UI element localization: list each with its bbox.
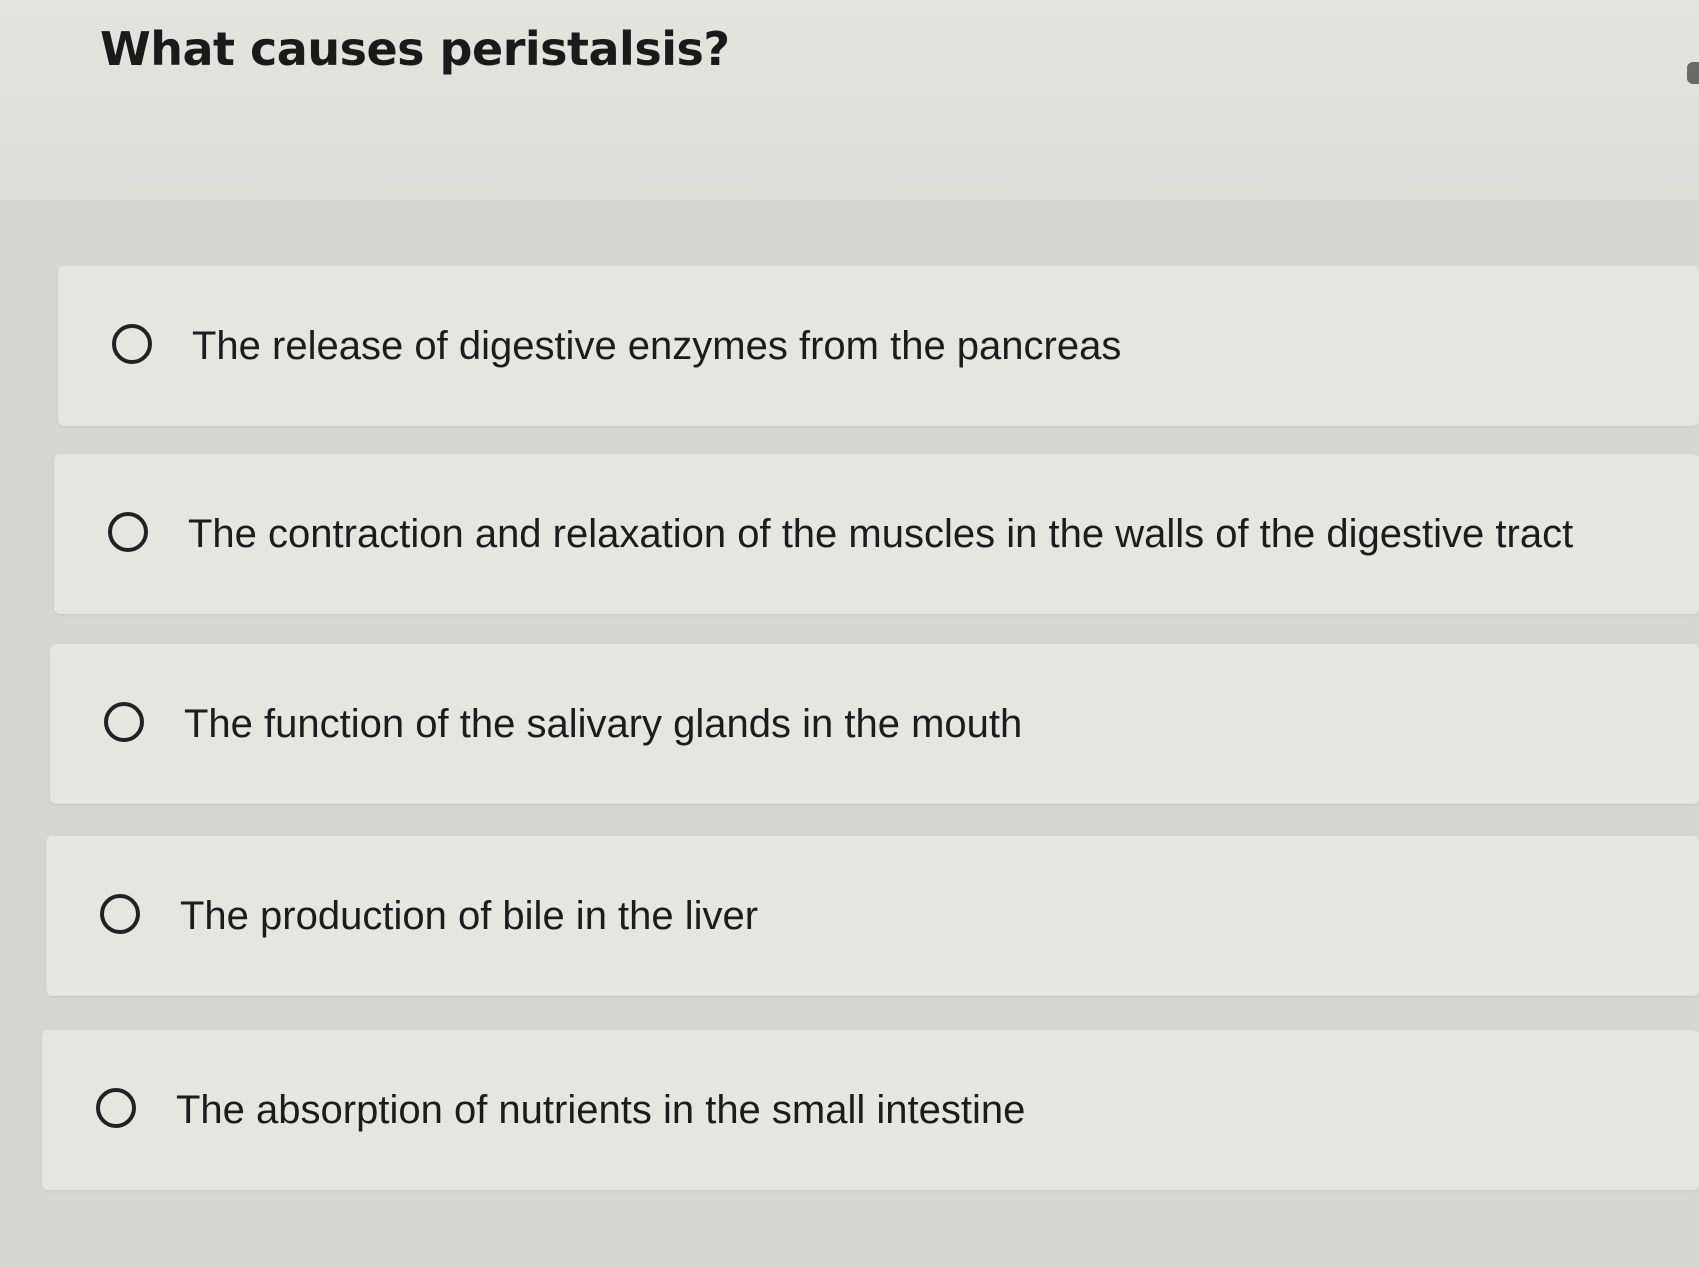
answer-option-label: The absorption of nutrients in the small… bbox=[176, 1088, 1026, 1132]
answer-option-1[interactable]: The release of digestive enzymes from th… bbox=[58, 266, 1699, 426]
radio-button-icon[interactable] bbox=[112, 324, 152, 364]
answer-option-label: The function of the salivary glands in t… bbox=[184, 702, 1023, 746]
radio-button-icon[interactable] bbox=[100, 894, 140, 934]
radio-button-icon[interactable] bbox=[96, 1088, 136, 1128]
question-header: What causes peristalsis? bbox=[0, 0, 1699, 200]
radio-button-icon[interactable] bbox=[108, 512, 148, 552]
answer-options-list: The release of digestive enzymes from th… bbox=[0, 200, 1699, 1268]
question-title: What causes peristalsis? bbox=[100, 22, 730, 76]
answer-option-4[interactable]: The production of bile in the liver bbox=[46, 836, 1699, 996]
answer-option-3[interactable]: The function of the salivary glands in t… bbox=[50, 644, 1699, 804]
scroll-marker bbox=[1687, 62, 1699, 84]
radio-button-icon[interactable] bbox=[104, 702, 144, 742]
answer-option-5[interactable]: The absorption of nutrients in the small… bbox=[42, 1030, 1699, 1190]
answer-option-label: The release of digestive enzymes from th… bbox=[192, 324, 1122, 368]
answer-option-label: The contraction and relaxation of the mu… bbox=[188, 512, 1574, 556]
answer-option-label: The production of bile in the liver bbox=[180, 894, 759, 938]
answer-option-2[interactable]: The contraction and relaxation of the mu… bbox=[54, 454, 1699, 614]
